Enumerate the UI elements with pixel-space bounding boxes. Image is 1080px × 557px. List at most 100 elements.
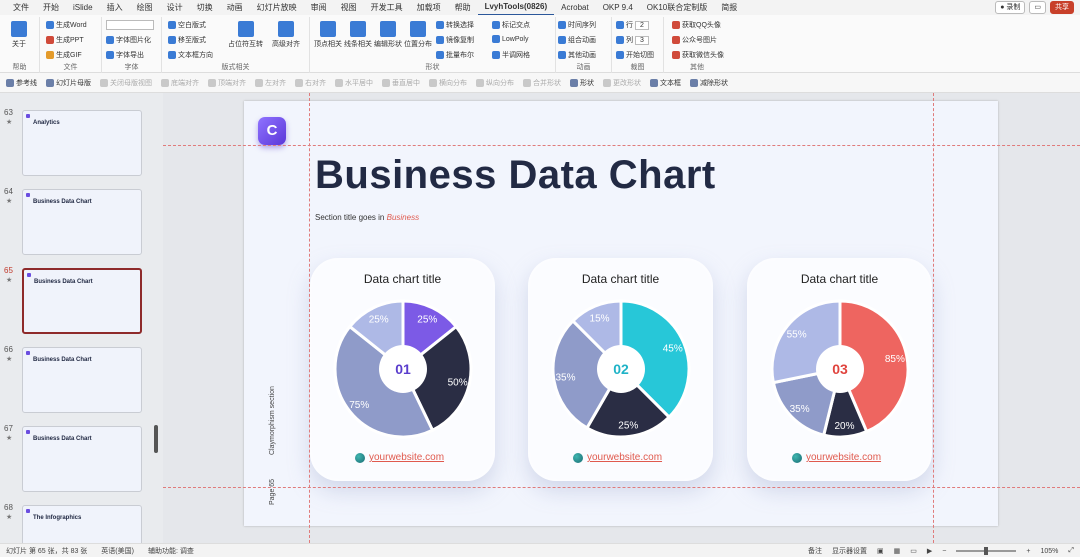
- menu-tab[interactable]: OK10联合定制版: [640, 0, 714, 15]
- toolbar-item[interactable]: 纵向分布: [476, 78, 514, 88]
- guide-line-vertical[interactable]: [309, 93, 310, 543]
- toolbar-item[interactable]: 左对齐: [255, 78, 286, 88]
- about-button[interactable]: 关于: [11, 21, 27, 49]
- menu-tab[interactable]: Acrobat: [554, 0, 596, 15]
- font-to-image-button[interactable]: 字体图片化: [106, 35, 151, 45]
- slide-thumbnail[interactable]: Business Data Chart: [22, 268, 142, 334]
- lowpoly-button[interactable]: LowPoly: [492, 35, 528, 43]
- toolbar-item[interactable]: 底端对齐: [161, 78, 199, 88]
- zoom-slider-thumb[interactable]: [984, 547, 989, 555]
- toolbar-item[interactable]: 右对齐: [295, 78, 326, 88]
- menu-tab[interactable]: 切换: [190, 0, 220, 15]
- toolbar-item[interactable]: 减除形状: [690, 78, 728, 88]
- toolbar-item[interactable]: 更改形状: [603, 78, 641, 88]
- group-animation-button[interactable]: 组合动画: [558, 35, 596, 45]
- menu-tab[interactable]: 审阅: [304, 0, 334, 15]
- slide-thumbnail[interactable]: Business Data Chart: [22, 189, 142, 255]
- slide-thumbnail-row[interactable]: 63 ★ Analytics: [0, 108, 150, 178]
- toolbar-item[interactable]: 形状: [570, 78, 594, 88]
- edit-shape-button[interactable]: 编辑形状: [374, 21, 402, 49]
- menu-tab[interactable]: 设计: [160, 0, 190, 15]
- col-control[interactable]: 列3: [616, 35, 649, 45]
- menu-tab[interactable]: 绘图: [130, 0, 160, 15]
- row-control[interactable]: 行2: [616, 20, 649, 30]
- position-distribute-button[interactable]: 位置分布: [404, 21, 432, 49]
- mirror-copy-button[interactable]: 镜像复制: [436, 35, 474, 45]
- fit-to-window-icon[interactable]: ⤢: [1068, 547, 1074, 555]
- slide-thumbnail[interactable]: Business Data Chart: [22, 426, 142, 492]
- menu-tab[interactable]: 加载项: [410, 0, 448, 15]
- start-crop-button[interactable]: 开始切图: [616, 50, 654, 60]
- batch-boolean-button[interactable]: 批量布尔: [436, 50, 474, 60]
- get-wechat-avatar-button[interactable]: 获取微信头像: [672, 50, 724, 60]
- slide-subtitle[interactable]: Section title goes in Business: [315, 213, 419, 222]
- record-button[interactable]: ● 录制: [995, 1, 1026, 14]
- zoom-out-icon[interactable]: −: [942, 548, 946, 555]
- menu-tab[interactable]: 开始: [36, 0, 66, 15]
- display-settings-button[interactable]: 显示器设置: [832, 546, 867, 556]
- slide-thumbnail-row[interactable]: 65 ★ Business Data Chart: [0, 266, 150, 336]
- menu-tab[interactable]: 视图: [334, 0, 364, 15]
- reading-view-icon[interactable]: ▭: [910, 547, 917, 555]
- zoom-in-icon[interactable]: +: [1026, 548, 1030, 555]
- share-button[interactable]: 共享: [1050, 1, 1074, 14]
- slide-thumbnail[interactable]: Analytics: [22, 110, 142, 176]
- toolbar-item[interactable]: 顶端对齐: [208, 78, 246, 88]
- menu-tab[interactable]: 动画: [220, 0, 250, 15]
- halftone-grid-button[interactable]: 半调网格: [492, 50, 530, 60]
- toolbar-item[interactable]: 水平居中: [335, 78, 373, 88]
- wechat-image-button[interactable]: 公众号图片: [672, 35, 717, 45]
- line-button[interactable]: 线条相关: [344, 21, 372, 49]
- toolbar-item[interactable]: 文本框: [650, 78, 681, 88]
- textbox-direction-button[interactable]: 文本框方向: [168, 50, 213, 60]
- notes-button[interactable]: 备注: [808, 546, 822, 556]
- other-animation-button[interactable]: 其他动画: [558, 50, 596, 60]
- vertex-button[interactable]: 顶点相关: [314, 21, 342, 49]
- gen-gif-button[interactable]: 生成GIF: [46, 50, 82, 60]
- language-status[interactable]: 英语(美国): [101, 546, 134, 556]
- website-link-1[interactable]: yourwebsite.com: [355, 452, 444, 463]
- chart-card-2[interactable]: Data chart title 45% 25% 35% 15% 02 yourwebs…: [528, 258, 713, 481]
- comment-button[interactable]: ▭: [1029, 1, 1046, 14]
- normal-view-icon[interactable]: ▣: [877, 547, 884, 555]
- zoom-level[interactable]: 105%: [1040, 548, 1058, 555]
- convert-select-button[interactable]: 转换选择: [436, 20, 474, 30]
- slideshow-icon[interactable]: ▶: [927, 547, 932, 555]
- menu-tab[interactable]: OKP 9.4: [596, 0, 640, 15]
- slide[interactable]: C Business Data Chart Section title goes…: [244, 101, 998, 526]
- font-export-button[interactable]: 字体导出: [106, 50, 144, 60]
- placeholder-convert-button[interactable]: 占位符互转: [228, 21, 263, 49]
- font-dropdown[interactable]: [106, 20, 154, 30]
- slide-thumbnail[interactable]: The Infographics: [22, 505, 142, 543]
- website-link-3[interactable]: yourwebsite.com: [792, 452, 881, 463]
- slide-thumbnail-row[interactable]: 67 ★ Business Data Chart: [0, 424, 150, 494]
- slide-thumbnail[interactable]: Business Data Chart: [22, 347, 142, 413]
- slide-thumbnail-row[interactable]: 66 ★ Business Data Chart: [0, 345, 150, 415]
- slide-title[interactable]: Business Data Chart: [315, 153, 716, 198]
- slide-thumbnail-row[interactable]: 64 ★ Business Data Chart: [0, 187, 150, 257]
- menu-tab[interactable]: 插入: [100, 0, 130, 15]
- toolbar-item[interactable]: 参考线: [6, 78, 37, 88]
- guide-line-horizontal[interactable]: [163, 145, 1080, 146]
- mark-intersection-button[interactable]: 标记交点: [492, 20, 530, 30]
- accessibility-status[interactable]: 辅助功能: 调查: [148, 546, 194, 556]
- chart-card-3[interactable]: Data chart title 85% 20% 35% 55% 03 yourwebs…: [747, 258, 932, 481]
- sorter-view-icon[interactable]: ▦: [894, 547, 901, 555]
- get-qq-avatar-button[interactable]: 获取QQ头像: [672, 20, 721, 30]
- menu-tab[interactable]: 幻灯片放映: [250, 0, 304, 15]
- col-value[interactable]: 3: [635, 35, 649, 45]
- menu-tab[interactable]: 文件: [6, 0, 36, 15]
- gen-ppt-button[interactable]: 生成PPT: [46, 35, 84, 45]
- advanced-align-button[interactable]: 高级对齐: [272, 21, 300, 49]
- slide-thumbnail-row[interactable]: 68 ★ The Infographics: [0, 503, 150, 543]
- toolbar-item[interactable]: 关闭母版视图: [100, 78, 152, 88]
- blank-layout-button[interactable]: 空白版式: [168, 20, 206, 30]
- menu-tab[interactable]: LvyhTools(0826): [477, 0, 555, 16]
- toolbar-item[interactable]: 垂直居中: [382, 78, 420, 88]
- chart-card-1[interactable]: Data chart title 25% 50% 75% 25% 01 yourwebs…: [310, 258, 495, 481]
- menu-tab[interactable]: 帮助: [448, 0, 478, 15]
- website-link-2[interactable]: yourwebsite.com: [573, 452, 662, 463]
- move-to-layout-button[interactable]: 移至版式: [168, 35, 206, 45]
- toolbar-item[interactable]: 幻灯片母版: [46, 78, 91, 88]
- gen-word-button[interactable]: 生成Word: [46, 20, 87, 30]
